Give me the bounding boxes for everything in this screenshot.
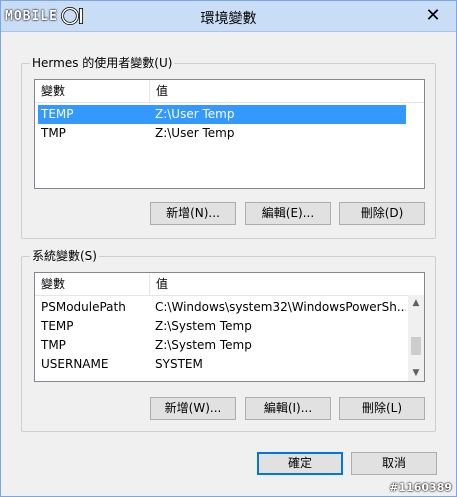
window-title: 環境變數: [200, 11, 257, 27]
user-edit-button[interactable]: 編輯(E)...: [245, 202, 331, 225]
system-variables-list[interactable]: 變數 值 PSModulePath C:\Windows\system32\Wi…: [34, 272, 425, 382]
variable-value: SYSTEM: [155, 357, 203, 371]
cancel-button[interactable]: 取消: [351, 452, 437, 475]
user-variables-group-title: Hermes 的使用者變數(U): [30, 55, 175, 71]
system-edit-button[interactable]: 編輯(I)...: [245, 397, 331, 420]
environment-variables-dialog: MOBILE 環境變數 ✕ Hermes 的使用者變數(U) 變數 值 TEMP…: [0, 0, 457, 497]
title-bar: MOBILE 環境變數 ✕: [1, 1, 456, 32]
user-delete-button[interactable]: 刪除(D): [339, 202, 425, 225]
scrollbar-thumb[interactable]: [411, 337, 421, 355]
system-variable-row-temp[interactable]: TEMP Z:\System Temp: [38, 317, 406, 336]
system-variables-group: 系統變數(S) 變數 值 PSModulePath C:\Windows\sys…: [21, 248, 436, 432]
column-header-value[interactable]: 值: [150, 273, 424, 295]
system-new-button[interactable]: 新增(W)...: [150, 397, 236, 420]
variable-value: C:\Windows\system32\WindowsPowerSh...: [155, 300, 406, 314]
variable-value: Z:\User Temp: [155, 107, 235, 121]
system-delete-button[interactable]: 刪除(L): [339, 397, 425, 420]
user-new-button[interactable]: 新增(N)...: [150, 202, 236, 225]
system-variable-row-username[interactable]: USERNAME SYSTEM: [38, 355, 406, 374]
column-header-variable[interactable]: 變數: [35, 80, 150, 102]
variable-name: TMP: [41, 338, 66, 352]
variable-name: TEMP: [41, 107, 74, 121]
user-variable-row-tmp[interactable]: TMP Z:\User Temp: [38, 124, 406, 143]
user-variable-row-temp[interactable]: TEMP Z:\User Temp: [38, 105, 406, 124]
scroll-down-arrow-icon[interactable]: ▼: [408, 365, 424, 381]
variable-name: USERNAME: [41, 357, 109, 371]
system-variables-scrollbar[interactable]: ▲ ▼: [408, 295, 424, 381]
variable-name: PSModulePath: [41, 300, 126, 314]
variable-value: Z:\User Temp: [155, 126, 235, 140]
watermark: #1160389: [389, 481, 452, 494]
variable-value: Z:\System Temp: [155, 319, 252, 333]
column-header-variable[interactable]: 變數: [35, 273, 150, 295]
variable-value: Z:\System Temp: [155, 338, 252, 352]
scroll-up-arrow-icon[interactable]: ▲: [408, 295, 424, 311]
variable-name: TMP: [41, 126, 66, 140]
close-icon: ✕: [425, 4, 441, 26]
column-header-value[interactable]: 值: [150, 80, 424, 102]
system-variable-row-tmp[interactable]: TMP Z:\System Temp: [38, 336, 406, 355]
user-variables-list-header: 變數 值: [35, 80, 424, 103]
system-variable-row-psmodulepath[interactable]: PSModulePath C:\Windows\system32\Windows…: [38, 298, 406, 317]
ok-button[interactable]: 確定: [257, 452, 343, 475]
variable-name: TEMP: [41, 319, 74, 333]
close-button[interactable]: ✕: [422, 4, 444, 26]
system-variables-group-title: 系統變數(S): [30, 248, 99, 264]
system-variables-list-header: 變數 值: [35, 273, 424, 296]
user-variables-group: Hermes 的使用者變數(U) 變數 值 TEMP Z:\User Temp …: [21, 55, 436, 239]
user-variables-list[interactable]: 變數 值 TEMP Z:\User Temp TMP Z:\User Temp: [34, 79, 425, 189]
